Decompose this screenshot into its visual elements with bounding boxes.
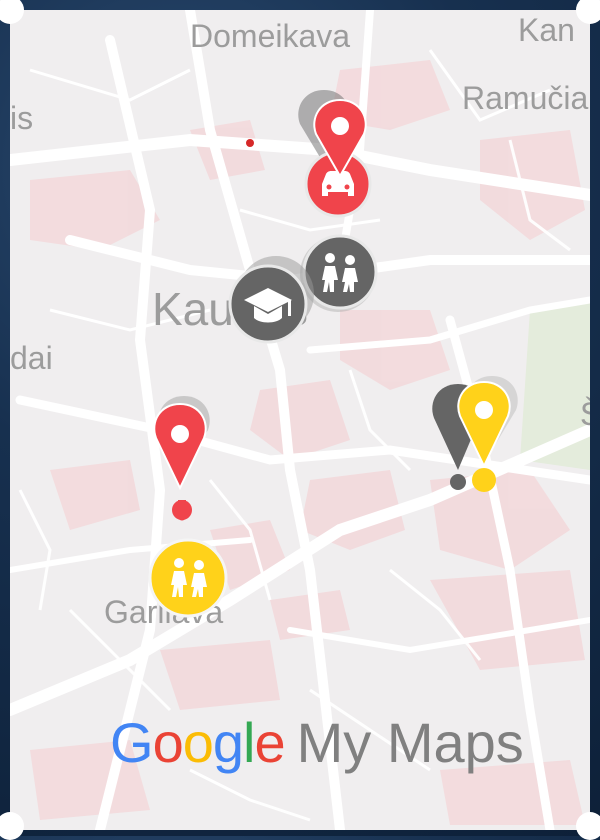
google-my-maps-logo: Google My Maps [110, 710, 524, 775]
logo-letter: l [243, 711, 255, 774]
yellow-pin-marker[interactable] [420, 370, 530, 500]
car-marker[interactable] [290, 80, 390, 220]
red-pin-marker[interactable] [140, 390, 220, 530]
logo-letter: g [212, 711, 244, 774]
place-label-domeikava: Domeikava [190, 18, 351, 54]
product-name: My Maps [296, 711, 524, 774]
logo-letter: o [182, 711, 214, 774]
place-label-dai: dai [10, 340, 53, 376]
place-label-is: is [10, 100, 34, 136]
logo-letter: o [152, 711, 184, 774]
pin-icon [153, 402, 207, 491]
map-frame[interactable]: Domeikava Kan Ramučia is Kaunas dai Garl… [10, 10, 590, 830]
logo-letter: G [110, 711, 154, 774]
place-label-s: Š [580, 398, 590, 430]
school-children-marker-yellow[interactable] [146, 536, 232, 622]
place-label-kan: Kan [518, 12, 575, 48]
pin-icon [457, 380, 511, 469]
place-label-ramuciai: Ramučia [462, 80, 589, 116]
university-marker[interactable] [222, 254, 322, 354]
location-dot [246, 139, 254, 147]
logo-letter: e [254, 711, 285, 774]
